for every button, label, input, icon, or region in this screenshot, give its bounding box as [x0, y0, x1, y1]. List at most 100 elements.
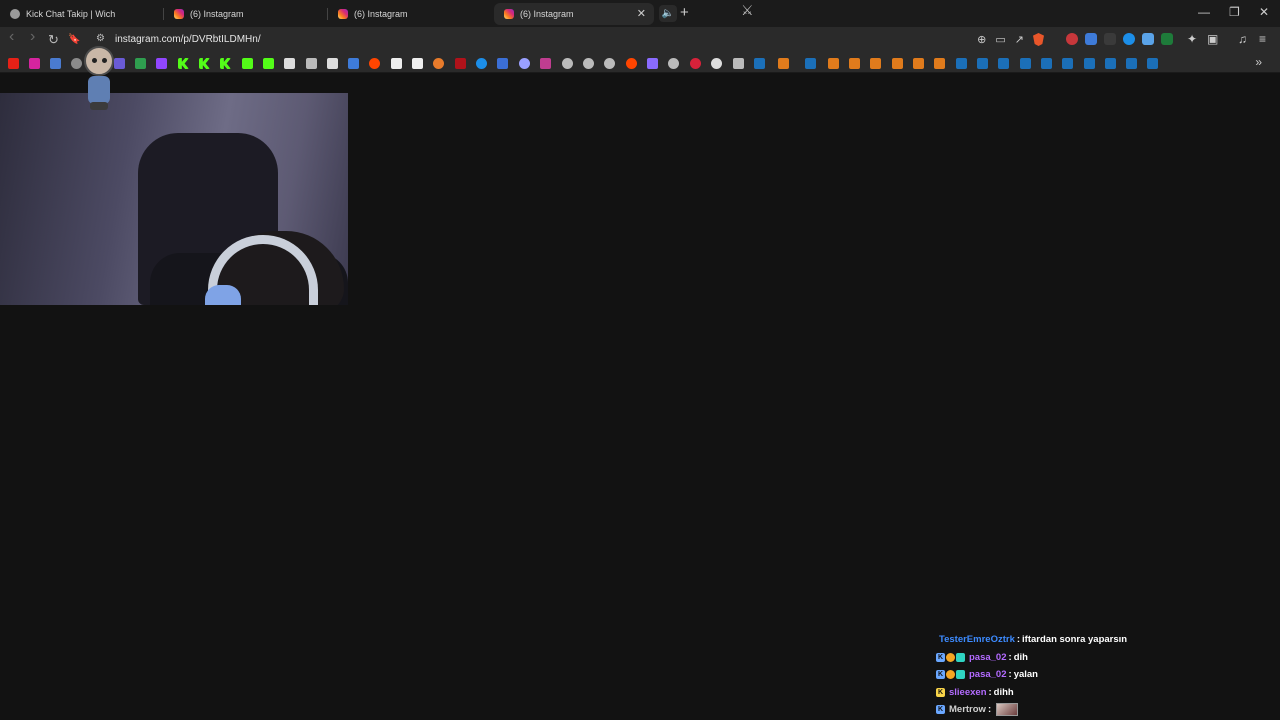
cast-icon[interactable]: ▭ [995, 33, 1005, 46]
tab-instagram-1[interactable]: (6) Instagram [164, 3, 328, 25]
steam-icon[interactable] [1126, 58, 1137, 69]
extensions-icon[interactable]: ✦ [1187, 32, 1197, 46]
globe-icon[interactable] [668, 58, 679, 69]
x-cross-icon[interactable] [263, 58, 274, 69]
tab-instagram-2[interactable]: (6) Instagram [328, 3, 492, 25]
x-icon[interactable] [327, 58, 338, 69]
media-icon[interactable]: ♫ [1238, 32, 1247, 46]
chat-username[interactable]: slieexen [949, 687, 987, 698]
globe-icon[interactable] [604, 58, 615, 69]
extension-blue-icon[interactable] [1123, 33, 1135, 45]
bookmark-icon[interactable] [870, 58, 881, 69]
bookmark-icon[interactable] [934, 58, 945, 69]
chat-message: K Mertrow: [936, 701, 1280, 719]
kick-icon[interactable] [199, 58, 210, 69]
chat-text: dihh [993, 686, 1014, 698]
coin-badge-icon [946, 652, 955, 662]
audio-tab-icon[interactable]: 🔈 [659, 5, 677, 22]
steam-icon[interactable] [1105, 58, 1116, 69]
globe-icon[interactable] [562, 58, 573, 69]
bookmark-icon[interactable] [892, 58, 903, 69]
tab-kick-chat[interactable]: Kick Chat Takip | Wich [0, 3, 164, 25]
bookmarks-more-icon[interactable]: » [1255, 55, 1262, 69]
bookmark-page-button[interactable]: 🔖 [68, 34, 80, 45]
kick-icon[interactable] [220, 58, 231, 69]
youtube-icon[interactable] [8, 58, 19, 69]
bookmark-icon[interactable] [849, 58, 860, 69]
feather-icon[interactable] [647, 58, 658, 69]
x-cross-icon[interactable] [242, 58, 253, 69]
share-icon[interactable]: ↗ [1015, 33, 1024, 46]
kick-icon[interactable] [178, 58, 189, 69]
site-info-icon[interactable]: ⚙ [96, 33, 105, 44]
reddit-icon[interactable] [626, 58, 637, 69]
steam-icon[interactable] [977, 58, 988, 69]
steam-icon[interactable] [956, 58, 967, 69]
bookmark-icon[interactable] [306, 58, 317, 69]
steam-icon[interactable] [1062, 58, 1073, 69]
twitch-icon[interactable] [156, 58, 167, 69]
bookmark-icon[interactable] [778, 58, 789, 69]
mascot-eye [92, 58, 97, 63]
extension-window-icon[interactable] [1142, 33, 1154, 45]
restore-button[interactable]: ❐ [1229, 5, 1240, 19]
chat-separator: : [1016, 634, 1021, 646]
instagram-icon[interactable] [29, 58, 40, 69]
chat-separator: : [1008, 651, 1012, 663]
raspberry-icon[interactable] [690, 58, 701, 69]
browser-toolbar: ‹ › ↻ 🔖 ⚙ instagram.com/p/DVRbtILDMHn/ ⊕… [0, 27, 1280, 53]
steam-icon[interactable] [1041, 58, 1052, 69]
chat-message: Kpasa_02: yalan [936, 666, 1280, 684]
close-tab-icon[interactable]: ✕ [637, 7, 646, 20]
bookmark-icon[interactable] [50, 58, 61, 69]
steam-icon[interactable] [754, 58, 765, 69]
address-bar[interactable]: ⚙ instagram.com/p/DVRbtILDMHn/ ⊕ ▭ ↗ [90, 30, 1050, 50]
side-panel-icon[interactable]: ▣ [1207, 32, 1218, 46]
steam-icon[interactable] [805, 58, 816, 69]
tab-title: (6) Instagram [354, 9, 408, 19]
chat-username[interactable]: pasa_02 [969, 669, 1007, 680]
chat-username[interactable]: pasa_02 [969, 652, 1007, 663]
brave-shields-icon[interactable] [1033, 33, 1044, 46]
bookmark-icon[interactable] [497, 58, 508, 69]
globe-icon[interactable] [583, 58, 594, 69]
a-icon[interactable] [412, 58, 423, 69]
p-icon[interactable] [391, 58, 402, 69]
forward-button[interactable]: › [30, 28, 35, 46]
chat-username[interactable]: Mertrow [949, 704, 986, 715]
extension-red-icon[interactable] [1066, 33, 1078, 45]
bookmark-icon[interactable] [828, 58, 839, 69]
steam-icon[interactable] [1084, 58, 1095, 69]
zoom-icon[interactable]: ⊕ [977, 33, 986, 46]
reddit-icon[interactable] [369, 58, 380, 69]
menu-icon[interactable]: ≡ [1259, 32, 1266, 46]
steam-icon[interactable] [1020, 58, 1031, 69]
tab-instagram-active[interactable]: (6) Instagram ✕ [494, 3, 654, 25]
back-button[interactable]: ‹ [9, 28, 14, 46]
kick-icon[interactable] [540, 58, 551, 69]
extension-kick-icon[interactable] [1161, 33, 1173, 45]
extensions-row [1066, 33, 1173, 45]
minimize-button[interactable]: — [1198, 5, 1210, 19]
google-drive-icon[interactable] [135, 58, 146, 69]
bookmark-icon[interactable] [519, 58, 530, 69]
kick-blue-badge-icon: K [936, 652, 945, 662]
reload-button[interactable]: ↻ [48, 32, 59, 48]
new-tab-button[interactable]: + [680, 4, 689, 21]
folder-icon[interactable] [733, 58, 744, 69]
bookmark-icon[interactable] [913, 58, 924, 69]
play-icon[interactable] [476, 58, 487, 69]
steam-icon[interactable] [1147, 58, 1158, 69]
bookmark-icon[interactable] [348, 58, 359, 69]
anchor-icon[interactable] [284, 58, 295, 69]
close-window-button[interactable]: ✕ [1259, 5, 1269, 19]
bookmark-icon[interactable] [455, 58, 466, 69]
bookmark-icon[interactable] [711, 58, 722, 69]
url-text[interactable]: instagram.com/p/DVRbtILDMHn/ [115, 34, 261, 45]
chat-text: dih [1013, 651, 1028, 663]
steam-icon[interactable] [998, 58, 1009, 69]
extension-gray-icon[interactable] [1104, 33, 1116, 45]
bookmark-icon[interactable] [433, 58, 444, 69]
extension-wave-icon[interactable] [1085, 33, 1097, 45]
chat-username[interactable]: TesterEmreOztrk [939, 634, 1015, 645]
